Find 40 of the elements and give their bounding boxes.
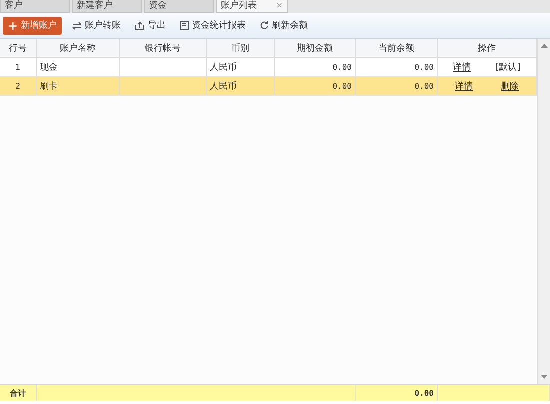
total-value: 0.00	[356, 385, 438, 401]
column-header: 期初金额	[275, 39, 356, 57]
action-link[interactable]: 删除	[501, 80, 519, 92]
table-cell: 0.00	[356, 58, 438, 76]
tab[interactable]: 新建客户	[72, 0, 142, 13]
table-cell: 0.00	[356, 77, 438, 95]
scroll-up-icon[interactable]	[540, 43, 548, 48]
scrollbar[interactable]	[537, 39, 550, 384]
table-row[interactable]: 2 刷卡 人民币 0.00 0.00 详情 删除	[0, 77, 537, 96]
scroll-down-icon[interactable]	[540, 375, 548, 380]
table-cell: 1	[0, 58, 37, 76]
tab[interactable]: 客户	[0, 0, 70, 13]
refresh-icon	[260, 21, 270, 30]
tray-icon	[135, 22, 146, 30]
tab[interactable]: 账户列表 ×	[216, 0, 288, 13]
toolbar-button[interactable]: 资金统计报表	[176, 17, 250, 34]
transfer-icon	[72, 22, 82, 30]
default-label: [默认]	[496, 62, 521, 74]
column-header: 银行帐号	[120, 39, 207, 57]
table-cell: 刷卡	[37, 77, 120, 95]
tab[interactable]: 资金	[144, 0, 214, 13]
column-header: 币别	[207, 39, 275, 57]
toolbar-button[interactable]: 刷新余额	[256, 17, 312, 34]
column-header: 行号	[0, 39, 37, 57]
table-cell: 2	[0, 77, 37, 95]
column-header: 账户名称	[37, 39, 120, 57]
table-cell: 现金	[37, 58, 120, 76]
toolbar-button[interactable]: 导出	[131, 17, 170, 34]
report-icon	[180, 21, 190, 30]
column-header: 当前余额	[356, 39, 438, 57]
table-cell: 人民币	[207, 58, 275, 76]
add-account-button[interactable]: + 新增账户	[3, 16, 62, 34]
action-link[interactable]: 详情	[455, 80, 473, 92]
total-label: 合计	[0, 385, 37, 401]
table-row[interactable]: 1 现金 人民币 0.00 0.00 详情 [默认]	[0, 58, 537, 77]
table-cell: 0.00	[275, 77, 356, 95]
table-cell: 0.00	[275, 58, 356, 76]
table-cell: 人民币	[207, 77, 275, 95]
action-link[interactable]: 详情	[453, 60, 472, 74]
toolbar-button[interactable]: 账户转账	[68, 17, 126, 34]
